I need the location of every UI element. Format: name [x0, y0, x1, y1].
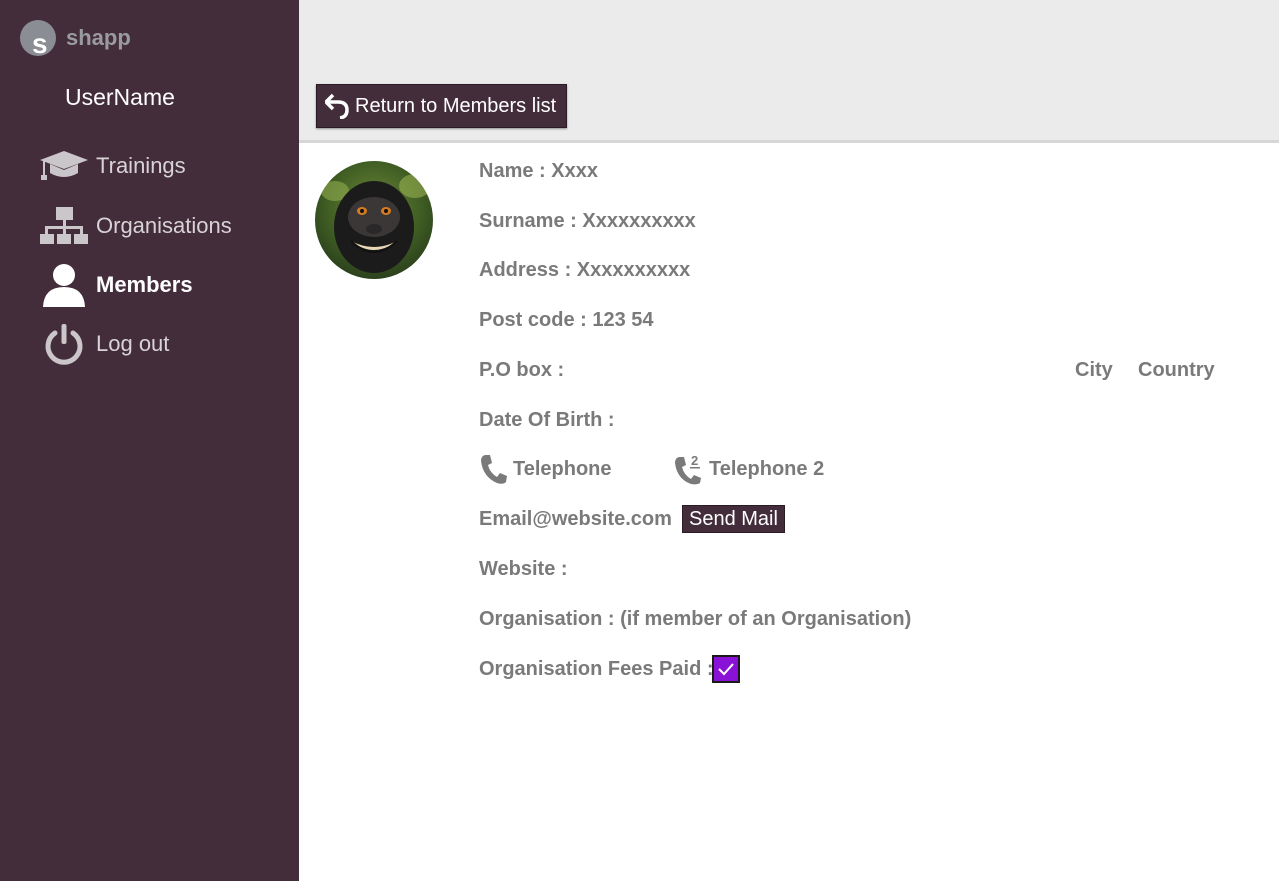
phone-2-icon: 2 [675, 453, 701, 485]
sidebar-item-members[interactable]: Members [38, 263, 193, 307]
return-arrow-icon [325, 93, 349, 119]
fees-paid-label: Organisation Fees Paid : [479, 658, 714, 680]
sidebar-item-label: Organisations [96, 213, 232, 238]
user-name: UserName [65, 84, 175, 110]
telephone-label: Telephone [513, 457, 612, 480]
checkmark-icon [718, 663, 734, 676]
member-website: Website : [479, 558, 568, 580]
top-bar: Return to Members list [299, 0, 1279, 143]
svg-text:2: 2 [691, 453, 698, 468]
org-chart-icon [38, 204, 90, 248]
app-name: shapp [66, 25, 131, 50]
member-city: City [1075, 359, 1113, 381]
member-name: Name : Xxxx [479, 160, 598, 182]
fees-paid-checkbox[interactable] [712, 655, 740, 683]
telephone-2-link[interactable]: 2 Telephone 2 [673, 453, 824, 485]
member-address: Address : Xxxxxxxxxx [479, 259, 691, 281]
app-logo[interactable]: s shapp [20, 20, 131, 56]
return-to-members-button[interactable]: Return to Members list [316, 84, 568, 128]
return-label: Return to Members list [355, 94, 557, 117]
sidebar-item-label: Log out [96, 331, 170, 356]
send-mail-button[interactable]: Send Mail [682, 505, 785, 533]
member-organisation: Organisation : (if member of an Organisa… [479, 608, 912, 630]
member-postcode: Post code : 123 54 [479, 309, 654, 331]
member-surname: Surname : Xxxxxxxxxx [479, 210, 696, 232]
member-email: Email@website.com [479, 508, 672, 530]
member-date-of-birth: Date Of Birth : [479, 409, 615, 431]
phone-icon [481, 455, 507, 484]
telephone-link[interactable]: Telephone [479, 453, 612, 485]
member-pobox: P.O box : [479, 359, 565, 381]
sidebar-item-logout[interactable]: Log out [38, 322, 169, 366]
graduation-cap-icon [38, 144, 90, 188]
power-icon [38, 322, 90, 366]
person-icon [38, 263, 90, 307]
sidebar: s shapp UserName Trainings Organisations… [0, 0, 299, 881]
sidebar-item-label: Members [96, 272, 193, 297]
member-country: Country [1138, 359, 1215, 381]
sidebar-item-trainings[interactable]: Trainings [38, 144, 186, 188]
member-avatar [315, 161, 433, 279]
telephone-2-label: Telephone 2 [709, 457, 825, 480]
sidebar-item-label: Trainings [96, 153, 186, 178]
logo-icon: s [20, 20, 56, 56]
sidebar-item-organisations[interactable]: Organisations [38, 204, 232, 248]
